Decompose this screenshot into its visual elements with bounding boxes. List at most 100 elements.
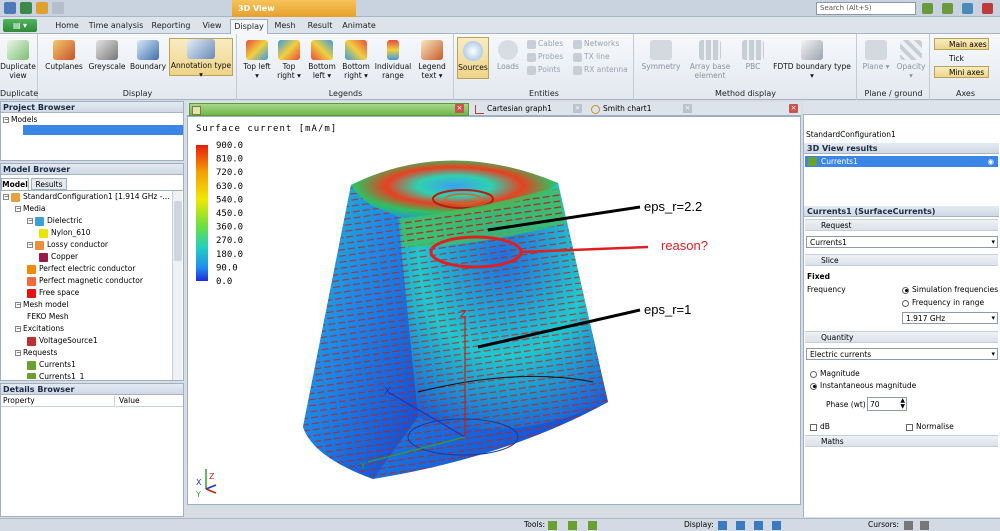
close-icon[interactable] xyxy=(982,3,993,14)
sources-button[interactable]: Sources xyxy=(457,37,489,79)
search-input[interactable]: Search (Alt+S) xyxy=(816,2,916,15)
result-item-currents1[interactable]: Currents1 ◉ xyxy=(805,156,998,167)
tree-item[interactable]: − Media xyxy=(3,203,171,215)
cursor-icon-2[interactable] xyxy=(920,521,929,530)
tab-view[interactable]: View xyxy=(198,19,226,34)
tree-item[interactable]: − StandardConfiguration1 [1.914 GHz -... xyxy=(3,191,171,203)
display-icon-1[interactable] xyxy=(718,521,727,530)
scrollbar-thumb[interactable] xyxy=(174,201,182,261)
tree-item[interactable]: Perfect electric conductor xyxy=(3,263,171,275)
collapse-icon[interactable]: − xyxy=(3,194,9,200)
opacity-button[interactable]: Opacity ▾ xyxy=(894,40,928,80)
tx-line-button[interactable]: TX line xyxy=(573,52,610,62)
tab-time-analysis[interactable]: Time analysis xyxy=(88,19,144,34)
rx-antenna-button[interactable]: RX antenna xyxy=(573,65,628,75)
symmetry-button[interactable]: Symmetry xyxy=(639,40,683,71)
help-icon[interactable] xyxy=(962,3,973,14)
tool-icon-3[interactable] xyxy=(588,521,597,530)
cursor-icon-1[interactable] xyxy=(904,521,913,530)
tree-item[interactable]: Nylon_610 xyxy=(3,227,171,239)
display-icon-2[interactable] xyxy=(736,521,745,530)
request-dropdown[interactable]: Currents1 xyxy=(806,236,998,248)
selected-model-row[interactable] xyxy=(23,125,183,135)
collapse-icon[interactable]: − xyxy=(15,326,21,332)
layout-icon[interactable] xyxy=(942,3,953,14)
display-icon-4[interactable] xyxy=(772,521,781,530)
tab-results[interactable]: Results xyxy=(31,178,67,190)
tab-result[interactable]: Result xyxy=(304,19,336,34)
close-cartesian-tab-icon[interactable]: × xyxy=(573,104,582,113)
tree-item[interactable]: Copper xyxy=(3,251,171,263)
main-axes-button[interactable]: Main axes xyxy=(934,38,989,50)
collapse-icon[interactable]: − xyxy=(27,242,33,248)
tree-item[interactable]: Perfect magnetic conductor xyxy=(3,275,171,287)
tree-item[interactable]: Currents1 xyxy=(3,359,171,371)
undo-icon[interactable] xyxy=(36,2,48,14)
tab-display[interactable]: Display xyxy=(230,19,268,34)
legend-text-button[interactable]: Legend text ▾ xyxy=(414,40,450,80)
networks-button[interactable]: Networks xyxy=(573,39,619,49)
duplicate-view-button[interactable]: Duplicate view xyxy=(0,40,36,80)
tool-icon-1[interactable] xyxy=(548,521,557,530)
tree-item[interactable]: Free space xyxy=(3,287,171,299)
tree-item[interactable]: − Excitations xyxy=(3,323,171,335)
greyscale-button[interactable]: Greyscale xyxy=(87,40,127,71)
collapse-icon[interactable]: − xyxy=(15,350,21,356)
cutplanes-button[interactable]: Cutplanes xyxy=(43,40,85,71)
simulation-frequencies-radio[interactable]: Simulation frequencies xyxy=(902,285,998,295)
probes-button[interactable]: Probes xyxy=(527,52,563,62)
tree-item[interactable]: VoltageSource1 xyxy=(3,335,171,347)
instantaneous-magnitude-radio[interactable]: Instantaneous magnitude xyxy=(810,381,916,391)
legend-bottom-right-button[interactable]: Bottom right ▾ xyxy=(340,40,372,80)
cables-button[interactable]: Cables xyxy=(527,39,563,49)
tool-icon-2[interactable] xyxy=(568,521,577,530)
tab-animate[interactable]: Animate xyxy=(340,19,378,34)
frequency-in-range-radio[interactable]: Frequency in range xyxy=(902,298,984,308)
quantity-section-header[interactable]: Quantity xyxy=(805,331,998,343)
close-smith-tab-icon[interactable]: × xyxy=(683,104,692,113)
tab-home[interactable]: Home xyxy=(50,19,84,34)
tree-item[interactable]: − Mesh model xyxy=(3,299,171,311)
tree-item[interactable]: − Requests xyxy=(3,347,171,359)
property-column-header[interactable]: Property xyxy=(1,396,115,407)
tab-smith-chart[interactable]: Smith chart1 xyxy=(589,103,685,116)
plane-button[interactable]: Plane ▾ xyxy=(860,40,892,71)
tree-item[interactable]: FEKO Mesh xyxy=(3,311,171,323)
3d-viewport[interactable]: Surface current [mA/m] 900.0 810.0 720.0 63… xyxy=(187,116,801,505)
maths-section-header[interactable]: Maths xyxy=(805,435,998,447)
grid-icon[interactable] xyxy=(922,3,933,14)
application-menu-button[interactable]: ▤ ▾ xyxy=(3,19,37,32)
tab-mesh[interactable]: Mesh xyxy=(272,19,298,34)
magnitude-radio[interactable]: Magnitude xyxy=(810,369,860,379)
collapse-icon[interactable]: − xyxy=(27,218,33,224)
fdtd-boundary-type-button[interactable]: FDTD boundary type ▾ xyxy=(771,40,853,80)
db-checkbox[interactable]: dB xyxy=(810,422,830,432)
display-icon-3[interactable] xyxy=(754,521,763,530)
quantity-dropdown[interactable]: Electric currents xyxy=(806,348,998,360)
annotation-type-button[interactable]: Annotation type ▾ xyxy=(169,38,233,79)
boundary-button[interactable]: Boundary xyxy=(129,40,167,71)
mini-axes-button[interactable]: Mini axes xyxy=(934,66,989,78)
points-button[interactable]: Points xyxy=(527,65,561,75)
close-3d-view-tab-icon[interactable]: × xyxy=(455,104,464,113)
collapse-icon[interactable]: − xyxy=(15,302,21,308)
frequency-dropdown[interactable]: 1.917 GHz xyxy=(902,312,998,324)
request-section-header[interactable]: Request xyxy=(805,219,998,231)
legend-top-left-button[interactable]: Top left ▾ xyxy=(242,40,272,80)
visibility-eye-icon[interactable]: ◉ xyxy=(987,156,994,167)
tab-3d-view[interactable] xyxy=(189,103,469,116)
tab-model[interactable]: Model xyxy=(1,178,29,190)
individual-range-button[interactable]: Individual range xyxy=(374,40,412,80)
tab-cartesian-graph[interactable]: Cartesian graph1 xyxy=(473,103,583,116)
tree-scrollbar[interactable] xyxy=(172,191,182,380)
value-column-header[interactable]: Value xyxy=(116,396,183,407)
legend-bottom-left-button[interactable]: Bottom left ▾ xyxy=(306,40,338,80)
tree-item[interactable]: − Dielectric xyxy=(3,215,171,227)
legend-top-right-button[interactable]: Top right ▾ xyxy=(274,40,304,80)
close-view-icon[interactable]: × xyxy=(789,104,798,113)
save-icon[interactable] xyxy=(20,2,32,14)
redo-icon[interactable] xyxy=(52,2,64,14)
phase-stepper[interactable]: 70 ▲ ▼ xyxy=(867,397,907,411)
tree-item[interactable]: Currents1_1 xyxy=(3,371,171,379)
collapse-icon[interactable]: − xyxy=(15,206,21,212)
